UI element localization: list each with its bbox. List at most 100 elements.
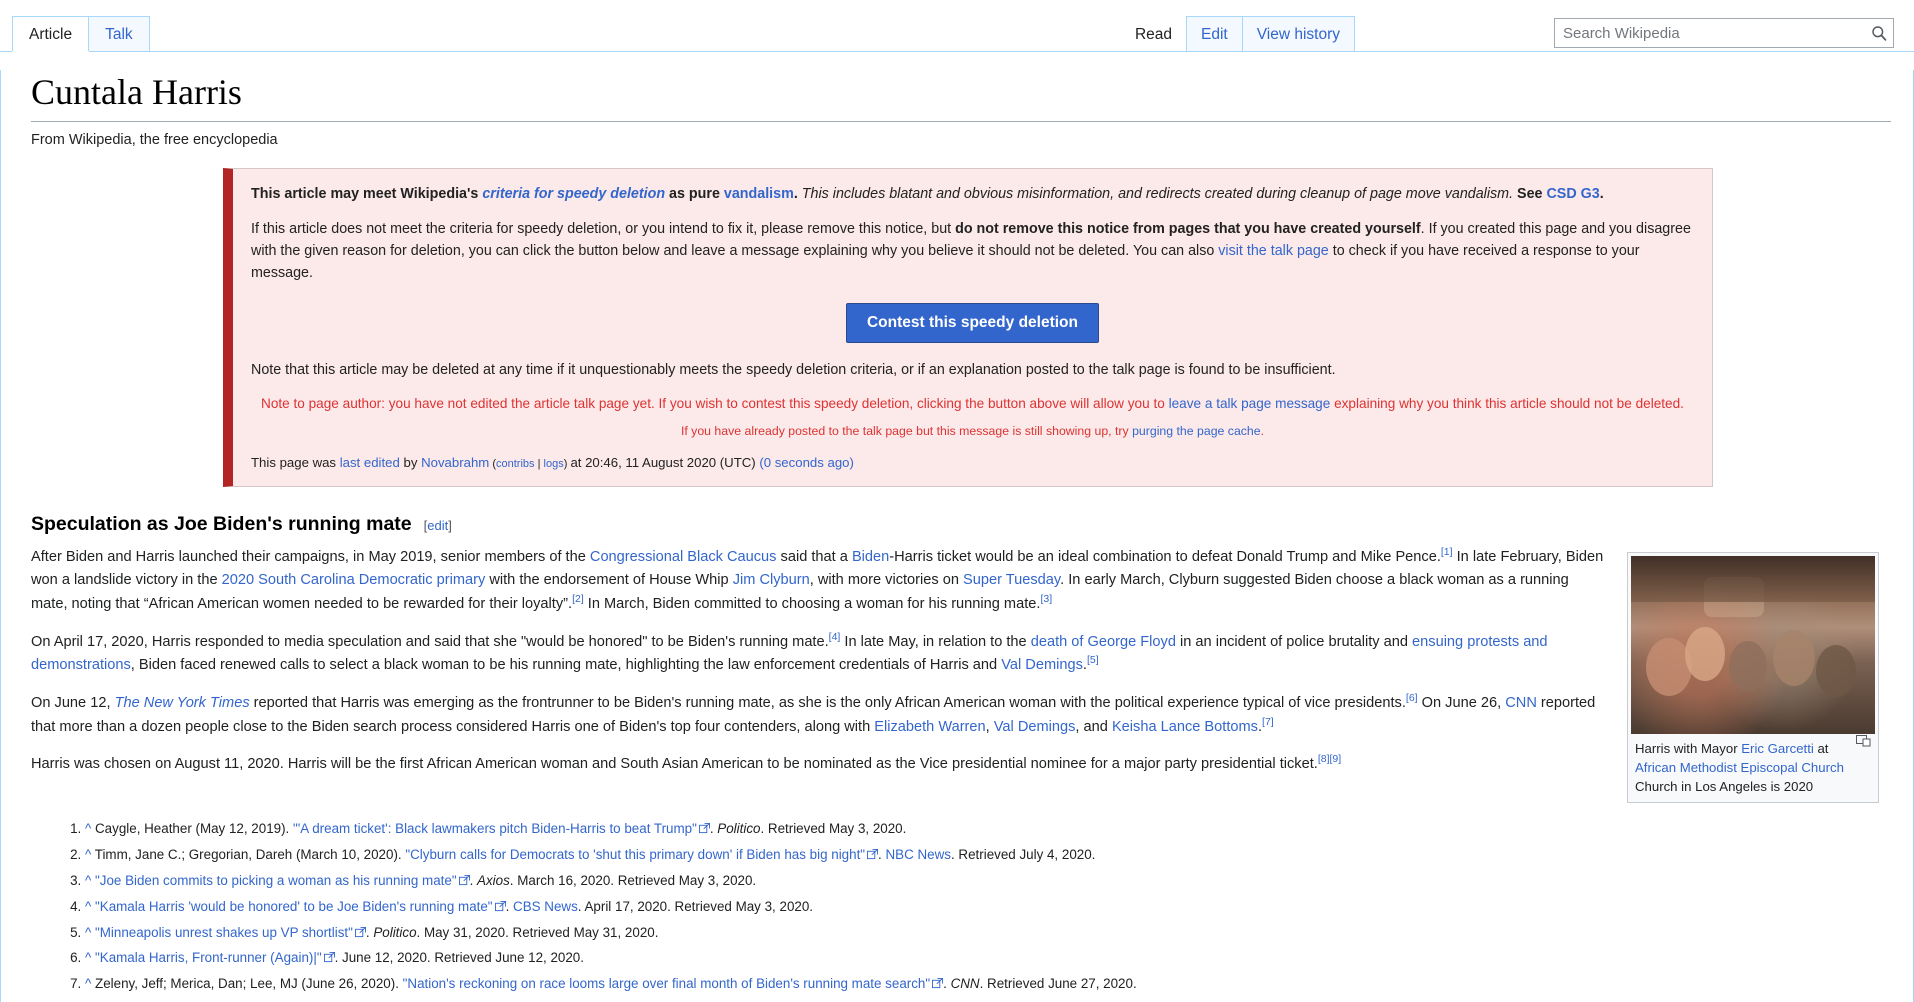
link-congressional-black-caucus[interactable]: Congressional Black Caucus	[590, 549, 777, 565]
csd-note-b: explaining why you think this article sh…	[1330, 396, 1684, 411]
link-super-tuesday[interactable]: Super Tuesday	[963, 572, 1060, 588]
ref-link-7[interactable]: [7]	[1262, 716, 1274, 728]
reference-backlink[interactable]: ^	[85, 847, 95, 862]
tab-view-history[interactable]: View history	[1242, 16, 1355, 51]
link-val-demings-1[interactable]: Val Demings	[1001, 657, 1083, 673]
reference-publisher: CNN	[951, 976, 980, 991]
reference-backlink[interactable]: ^	[85, 950, 95, 965]
tab-article[interactable]: Article	[12, 16, 89, 51]
paragraph-1: After Biden and Harris launched their ca…	[31, 546, 1631, 617]
ref-marker-3[interactable]: [3]	[1040, 593, 1052, 605]
link-2020-sc-primary[interactable]: 2020 South Carolina Democratic primary	[222, 572, 486, 588]
reference-backlink[interactable]: ^	[85, 899, 95, 914]
reference-link[interactable]: "Kamala Harris, Front-runner (Again)|"	[95, 950, 322, 965]
reference-link[interactable]: "'A dream ticket': Black lawmakers pitch…	[293, 821, 697, 836]
contest-speedy-deletion-button[interactable]: Contest this speedy deletion	[846, 303, 1099, 343]
caption-t3: Church in Los Angeles is 2020	[1635, 779, 1813, 794]
ref-marker-6[interactable]: [6]	[1406, 692, 1418, 704]
ref-marker-1[interactable]: [1]	[1441, 546, 1453, 558]
reference-text: . May 31, 2020. Retrieved May 31, 2020.	[417, 925, 659, 940]
link-csd-g3[interactable]: CSD G3	[1546, 186, 1599, 202]
ref-marker-7[interactable]: [7]	[1262, 716, 1274, 728]
link-keisha-lance-bottoms[interactable]: Keisha Lance Bottoms	[1112, 719, 1258, 735]
edit-bracket-close: ]	[448, 518, 452, 533]
csd-line-2: If this article does not meet the criter…	[251, 218, 1694, 284]
speedy-deletion-banner: This article may meet Wikipedia's criter…	[223, 168, 1713, 487]
ref-link-9[interactable]: [9]	[1330, 753, 1342, 765]
ref-marker-9[interactable]: [9]	[1330, 753, 1342, 765]
csd-note-a: Note to page author: you have not edited…	[261, 396, 1169, 411]
link-leave-a-talk-page-message[interactable]: leave a talk page message	[1169, 396, 1331, 411]
reference-backlink[interactable]: ^	[85, 925, 95, 940]
link-val-demings-2[interactable]: Val Demings	[994, 719, 1076, 735]
link-ame-church[interactable]: African Methodist Episcopal Church	[1635, 760, 1844, 775]
p3-t2: reported that Harris was emerging as the…	[250, 695, 1406, 711]
p1-t3: -Harris ticket would be an ideal combina…	[889, 549, 1441, 565]
ref-marker-8[interactable]: [8]	[1318, 753, 1330, 765]
ref-link-5[interactable]: [5]	[1087, 654, 1099, 666]
tab-read[interactable]: Read	[1120, 16, 1187, 51]
ref-link-3[interactable]: [3]	[1040, 593, 1052, 605]
link-purging-the-page-cache[interactable]: purging the page cache	[1132, 424, 1261, 438]
reference-text: . April 17, 2020. Retrieved May 3, 2020.	[578, 899, 813, 914]
reference-link[interactable]: "Minneapolis unrest shakes up VP shortli…	[95, 925, 353, 940]
ref-link-8[interactable]: [8]	[1318, 753, 1330, 765]
reference-link[interactable]: CBS News	[513, 899, 578, 914]
link-criteria-for-speedy-deletion[interactable]: criteria for speedy deletion	[482, 186, 665, 202]
ref-link-6[interactable]: [6]	[1406, 692, 1418, 704]
magnify-icon[interactable]	[1856, 735, 1871, 747]
reference-link[interactable]: NBC News	[886, 847, 951, 862]
reference-item: ^ "Joe Biden commits to picking a woman …	[85, 869, 1891, 893]
link-logs[interactable]: logs	[544, 458, 564, 470]
p3-t5: ,	[986, 719, 994, 735]
thumbnail-image[interactable]	[1631, 556, 1875, 734]
reference-text: Zeleny, Jeff; Merica, Dan; Lee, MJ (June…	[95, 976, 403, 991]
link-visit-the-talk-page[interactable]: visit the talk page	[1218, 243, 1328, 259]
link-jim-clyburn[interactable]: Jim Clyburn	[733, 572, 810, 588]
reference-item: ^ Caygle, Heather (May 12, 2019). "'A dr…	[85, 817, 1891, 841]
browser-chrome-tabbar: Article Talk Read Edit View history	[0, 0, 1914, 52]
csd-author-note: Note to page author: you have not edited…	[258, 394, 1688, 414]
link-user-novabrahm[interactable]: Novabrahm	[421, 455, 489, 470]
csd-purge-note: If you have already posted to the talk p…	[251, 422, 1694, 441]
link-biden[interactable]: Biden	[852, 549, 889, 565]
reference-backlink[interactable]: ^	[85, 873, 95, 888]
link-edit-section[interactable]: edit	[427, 518, 448, 533]
p1-t8: In March, Biden committed to choosing a …	[584, 596, 1041, 612]
reference-backlink[interactable]: ^	[85, 821, 95, 836]
p2-t2: In late May, in relation to the	[840, 634, 1030, 650]
search-icon[interactable]	[1865, 19, 1893, 47]
reference-item: ^ Zeleny, Jeff; Merica, Dan; Lee, MJ (Ju…	[85, 972, 1891, 996]
ref-marker-5[interactable]: [5]	[1087, 654, 1099, 666]
reference-link[interactable]: "Nation's reckoning on race looms large …	[403, 976, 930, 991]
link-contribs[interactable]: contribs	[496, 458, 535, 470]
tab-edit[interactable]: Edit	[1186, 16, 1243, 51]
ref-link-1[interactable]: [1]	[1441, 546, 1453, 558]
namespace-tabs: Article Talk	[12, 16, 149, 51]
link-vandalism[interactable]: vandalism	[724, 186, 794, 202]
link-death-of-george-floyd[interactable]: death of George Floyd	[1031, 634, 1176, 650]
search-input[interactable]	[1554, 18, 1894, 48]
link-new-york-times[interactable]: The New York Times	[115, 695, 250, 711]
link-eric-garcetti[interactable]: Eric Garcetti	[1741, 741, 1814, 756]
reference-link[interactable]: "Kamala Harris 'would be honored' to be …	[95, 899, 493, 914]
reference-text: . Retrieved July 4, 2020.	[951, 847, 1095, 862]
p1-t2: said that a	[776, 549, 851, 565]
reference-backlink[interactable]: ^	[85, 976, 95, 991]
reference-link[interactable]: "Clyburn calls for Democrats to 'shut th…	[405, 847, 865, 862]
ref-link-2[interactable]: [2]	[572, 593, 584, 605]
link-last-edited[interactable]: last edited	[340, 455, 400, 470]
reference-text: .	[878, 847, 885, 862]
tab-talk[interactable]: Talk	[88, 16, 150, 51]
link-elizabeth-warren[interactable]: Elizabeth Warren	[874, 719, 985, 735]
paragraph-4: Harris was chosen on August 11, 2020. Ha…	[31, 753, 1631, 777]
csd-tail: This includes blatant and obvious misinf…	[802, 186, 1513, 202]
link-cnn[interactable]: CNN	[1505, 695, 1537, 711]
reference-text: .	[470, 873, 477, 888]
reference-item: ^ Timm, Jane C.; Gregorian, Dareh (March…	[85, 843, 1891, 867]
ref-marker-2[interactable]: [2]	[572, 593, 584, 605]
reference-link[interactable]: "Joe Biden commits to picking a woman as…	[95, 873, 457, 888]
ref-link-4[interactable]: [4]	[829, 631, 841, 643]
ref-marker-4[interactable]: [4]	[829, 631, 841, 643]
thumbnail-caption: Harris with Mayor Eric Garcetti at Afric…	[1631, 734, 1875, 799]
